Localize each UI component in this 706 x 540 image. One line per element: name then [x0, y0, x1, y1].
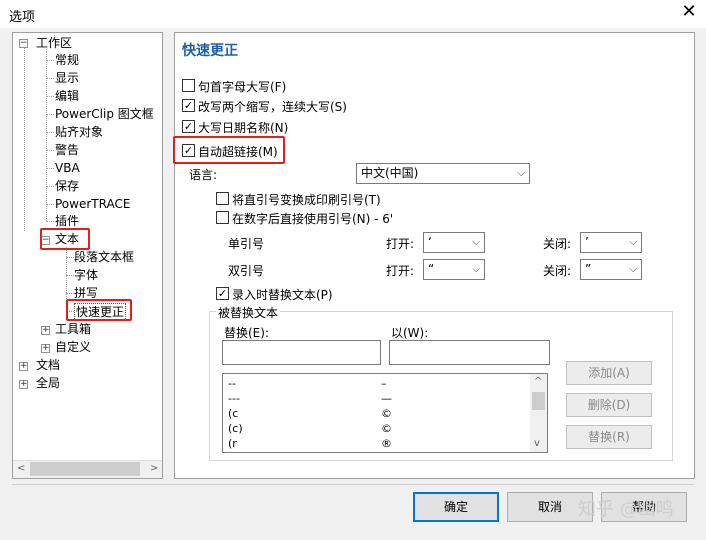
highlight-hyperlink-option: [173, 136, 285, 164]
tree-item-plugins[interactable]: 插件: [55, 213, 79, 229]
language-select[interactable]: 中文(中国) ⌵: [356, 163, 530, 184]
checkbox-replace-text[interactable]: ✓: [216, 287, 229, 300]
list-item-from[interactable]: --: [228, 377, 236, 391]
single-open-value: ‘: [428, 235, 432, 249]
scroll-up-icon[interactable]: ^: [534, 376, 542, 387]
double-close-value: ”: [585, 262, 592, 276]
chevron-down-icon: ⌵: [517, 168, 525, 179]
scroll-right-icon[interactable]: >: [150, 463, 158, 474]
language-value: 中文(中国): [361, 166, 419, 180]
expand-toggle-customize[interactable]: +: [41, 344, 50, 353]
chevron-down-icon: ⌵: [629, 264, 637, 275]
list-item-from[interactable]: ---: [228, 392, 240, 406]
list-scroll-thumb[interactable]: [532, 392, 545, 410]
chevron-down-icon: ⌵: [472, 264, 480, 275]
replace-input[interactable]: [222, 340, 381, 365]
ok-button[interactable]: 确定: [413, 492, 499, 522]
tree-item-warnings[interactable]: 警告: [55, 142, 79, 158]
tree-item-font[interactable]: 字体: [74, 267, 98, 283]
replace-group-title: 被替换文本: [216, 304, 281, 321]
label-capitalize-days: 大写日期名称(N): [198, 121, 289, 135]
single-open-select[interactable]: ‘ ⌵: [423, 232, 485, 253]
double-open-label: 打开:: [386, 264, 415, 278]
expand-toggle-document[interactable]: +: [19, 362, 28, 371]
replace-label: 替换(E):: [224, 326, 269, 340]
label-primes: 在数字后直接使用引号(N) - 6': [232, 212, 394, 226]
list-item-from[interactable]: (c: [228, 407, 238, 421]
tree-item-toolbox[interactable]: 工具箱: [55, 321, 91, 337]
with-input[interactable]: [389, 340, 550, 365]
tree-item-general[interactable]: 常规: [55, 52, 79, 68]
tree-item-global[interactable]: 全局: [36, 375, 60, 391]
tree-item-powertrace[interactable]: PowerTRACE: [55, 196, 130, 212]
double-open-select[interactable]: “ ⌵: [423, 259, 485, 280]
checkbox-straight-quotes[interactable]: [216, 192, 229, 205]
tree-item-paragraph-frame[interactable]: 段落文本框: [74, 249, 134, 265]
list-item-from[interactable]: (c): [228, 422, 243, 436]
tree-item-snap[interactable]: 贴齐对象: [55, 124, 103, 140]
tree-item-vba[interactable]: VBA: [55, 160, 80, 176]
tree-item-workspace[interactable]: 工作区: [36, 35, 72, 51]
replacement-list[interactable]: -- – --- — (c © (c) © (r ® ^ v: [222, 373, 548, 453]
window-title: 选项: [9, 10, 36, 25]
list-item-to: ©: [381, 407, 392, 420]
single-open-label: 打开:: [386, 237, 415, 251]
tree-item-document[interactable]: 文档: [36, 357, 60, 373]
double-close-label: 关闭:: [543, 264, 572, 278]
list-item-to: ®: [381, 437, 392, 450]
checkbox-capitalize-first[interactable]: [182, 79, 195, 92]
scroll-down-icon[interactable]: v: [534, 438, 540, 449]
watermark: 知乎 @幽鸣: [578, 499, 674, 520]
with-label: 以(W):: [391, 326, 429, 340]
label-replace-text: 录入时替换文本(P): [232, 288, 333, 302]
single-close-label: 关闭:: [543, 237, 572, 251]
single-close-select[interactable]: ’ ⌵: [580, 232, 642, 253]
footer-divider: [12, 484, 694, 485]
replace-button[interactable]: 替换(R): [566, 425, 652, 449]
highlight-text-node: [40, 228, 90, 250]
title-bar: [0, 0, 706, 28]
close-icon[interactable]: ✕: [680, 2, 698, 22]
double-open-value: “: [428, 262, 435, 276]
checkbox-capitalize-days[interactable]: ✓: [182, 120, 195, 133]
add-button[interactable]: 添加(A): [566, 361, 652, 385]
double-quote-label: 双引号: [228, 264, 265, 278]
label-two-initial-caps: 改写两个缩写，连续大写(S): [198, 100, 347, 114]
tree-item-customize[interactable]: 自定义: [55, 339, 91, 355]
tree-scroll-thumb[interactable]: [30, 462, 140, 476]
tree-item-display[interactable]: 显示: [55, 70, 79, 86]
list-item-from[interactable]: (r: [228, 437, 237, 451]
single-close-value: ’: [585, 235, 589, 249]
label-straight-quotes: 将直引号变换成印刷引号(T): [232, 193, 381, 207]
chevron-down-icon: ⌵: [629, 237, 637, 248]
list-item-to: ©: [381, 422, 392, 435]
single-quote-label: 单引号: [228, 237, 265, 251]
page-title: 快速更正: [182, 43, 238, 59]
expand-toggle-global[interactable]: +: [19, 380, 28, 389]
tree-item-powerclip[interactable]: PowerClip 图文框: [55, 106, 154, 122]
options-tree[interactable]: − 工作区 常规 显示 编辑 PowerClip 图文框 贴齐对象 警告 VBA…: [12, 32, 163, 479]
checkbox-primes[interactable]: [216, 211, 229, 224]
chevron-down-icon: ⌵: [472, 237, 480, 248]
delete-button[interactable]: 删除(D): [566, 393, 652, 417]
list-item-to: –: [381, 377, 387, 390]
checkbox-two-initial-caps[interactable]: ✓: [182, 99, 195, 112]
list-item-to: —: [381, 392, 392, 405]
label-capitalize-first: 句首字母大写(F): [198, 80, 287, 94]
double-close-select[interactable]: ” ⌵: [580, 259, 642, 280]
language-label: 语言:: [189, 168, 218, 182]
expand-toggle-workspace[interactable]: −: [19, 39, 28, 48]
expand-toggle-toolbox[interactable]: +: [41, 326, 50, 335]
tree-item-edit[interactable]: 编辑: [55, 88, 79, 104]
tree-item-save[interactable]: 保存: [55, 178, 79, 194]
highlight-quick-correct-node: [66, 299, 132, 321]
scroll-left-icon[interactable]: <: [17, 463, 25, 474]
